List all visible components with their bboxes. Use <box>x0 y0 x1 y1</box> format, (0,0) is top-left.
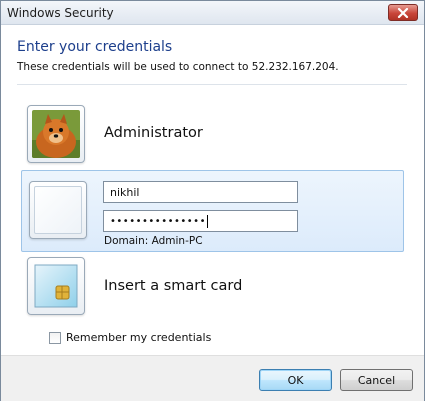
account-name[interactable]: Administrator <box>104 125 203 141</box>
smart-card-option[interactable]: Insert a smart card <box>104 278 242 294</box>
separator <box>17 84 407 85</box>
password-mask: ••••••••••••••• <box>110 215 206 227</box>
title-bar[interactable]: Windows Security <box>1 1 424 25</box>
blank-user-tile-icon <box>29 181 87 239</box>
dialog-footer: OK Cancel <box>1 355 424 401</box>
smart-card-tile[interactable] <box>27 257 85 315</box>
text-caret <box>206 214 208 228</box>
pomeranian-dog-avatar-icon <box>32 110 80 158</box>
password-input[interactable]: ••••••••••••••• <box>103 210 298 232</box>
remember-credentials-row[interactable]: Remember my credentials <box>49 331 211 344</box>
dialog-description: These credentials will be used to connec… <box>17 61 339 73</box>
close-icon <box>397 7 409 18</box>
smart-card-icon <box>32 262 80 310</box>
credentials-dialog: Windows Security Enter your credentials … <box>0 0 425 401</box>
administrator-account-tile[interactable] <box>27 105 85 163</box>
remember-credentials-label[interactable]: Remember my credentials <box>66 331 211 344</box>
username-input[interactable]: nikhil <box>103 181 298 203</box>
window-title: Windows Security <box>7 6 114 20</box>
dialog-heading: Enter your credentials <box>17 39 173 55</box>
cancel-button[interactable]: Cancel <box>340 369 413 391</box>
ok-button[interactable]: OK <box>259 369 332 391</box>
domain-label: Domain: Admin-PC <box>104 235 203 247</box>
remember-credentials-checkbox[interactable] <box>49 331 61 344</box>
username-value: nikhil <box>110 185 140 199</box>
close-button[interactable] <box>388 4 418 21</box>
